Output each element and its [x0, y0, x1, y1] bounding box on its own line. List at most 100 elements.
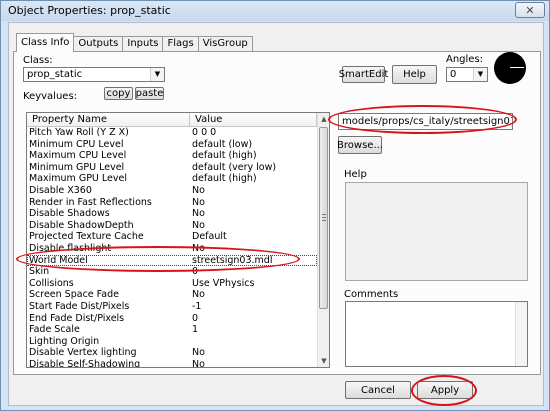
property-value-cell: Default: [192, 231, 227, 243]
browse-button[interactable]: Browse...: [337, 136, 383, 154]
close-icon: ✕: [525, 3, 535, 17]
property-row[interactable]: Maximum GPU Level default (high): [27, 173, 317, 185]
property-value-cell: No: [192, 184, 205, 196]
property-value-cell: 0: [192, 266, 199, 278]
property-name-cell: Render in Fast Reflections: [29, 196, 152, 208]
property-value-cell: No: [192, 208, 205, 220]
property-row[interactable]: Screen Space Fade No: [27, 289, 317, 301]
property-name-cell: End Fade Dist/Pixels: [29, 312, 125, 324]
property-name-cell: Projected Texture Cache: [29, 231, 144, 243]
angle-dial[interactable]: [494, 52, 526, 84]
property-row[interactable]: Minimum CPU Level default (low): [27, 139, 317, 151]
property-row[interactable]: Pitch Yaw Roll (Y Z X) 0 0 0: [27, 127, 317, 139]
object-properties-window: Object Properties: prop_static ✕ Class I…: [0, 0, 550, 411]
property-list[interactable]: Property Name Value Pitch Yaw Roll (Y Z …: [26, 112, 330, 368]
property-row[interactable]: Projected Texture Cache Default: [27, 231, 317, 243]
tab-class-info[interactable]: Class Info: [16, 33, 75, 52]
angles-combo[interactable]: 0 ▼: [446, 67, 488, 82]
property-row[interactable]: Minimum GPU Level default (very low): [27, 162, 317, 174]
property-name-cell: Disable X360: [29, 184, 92, 196]
scroll-up-icon[interactable]: ▲: [318, 113, 329, 125]
column-header-value[interactable]: Value: [190, 113, 317, 127]
property-row[interactable]: Start Fade Dist/Pixels -1: [27, 301, 317, 313]
property-value-cell: default (high): [192, 173, 257, 185]
comments-label: Comments: [344, 289, 399, 300]
class-combo[interactable]: prop_static ▼: [23, 67, 165, 82]
property-list-scrollbar[interactable]: ▲ ▼: [317, 113, 329, 367]
property-name-cell: Disable Self-Shadowing: [29, 358, 141, 368]
scrollbar-thumb[interactable]: [319, 127, 328, 309]
property-value-cell: No: [192, 358, 205, 368]
property-row[interactable]: Disable Self-Shadowing No: [27, 358, 317, 368]
angle-dial-needle: [510, 67, 524, 68]
angles-combo-value: 0: [450, 69, 457, 80]
keyvalues-label: Keyvalues:: [23, 91, 78, 102]
property-value-cell: 1: [192, 324, 199, 336]
property-name-cell: Disable ShadowDepth: [29, 219, 134, 231]
title-bar[interactable]: Object Properties: prop_static ✕: [1, 1, 549, 21]
chevron-down-icon[interactable]: ▼: [150, 68, 164, 81]
paste-button[interactable]: paste: [135, 87, 164, 100]
property-rows: Pitch Yaw Roll (Y Z X) 0 0 0 Minimum CPU L…: [27, 127, 317, 368]
chevron-down-icon[interactable]: ▼: [473, 68, 487, 81]
property-name-cell: Disable Shadows: [29, 208, 110, 220]
window-title: Object Properties: prop_static: [8, 4, 171, 17]
property-row[interactable]: Collisions Use VPhysics: [27, 278, 317, 290]
tab-visgroup[interactable]: VisGroup: [197, 36, 253, 52]
close-button[interactable]: ✕: [515, 2, 545, 18]
property-row[interactable]: Disable X360 No: [27, 185, 317, 197]
property-row[interactable]: Maximum CPU Level default (high): [27, 150, 317, 162]
smartedit-toggle[interactable]: SmartEdit: [339, 66, 388, 83]
property-row[interactable]: Disable Vertex lighting No: [27, 347, 317, 359]
property-row[interactable]: World Model streetsign03.mdl: [27, 254, 317, 267]
property-row[interactable]: Render in Fast Reflections No: [27, 197, 317, 209]
property-row[interactable]: Disable ShadowDepth No: [27, 220, 317, 232]
class-label: Class:: [23, 55, 53, 66]
property-value-cell: 0: [192, 312, 199, 324]
property-list-header: Property Name Value: [27, 113, 317, 127]
property-name-cell: World Model: [29, 254, 88, 266]
property-name-cell: Skin: [29, 266, 50, 278]
copy-button[interactable]: copy: [104, 87, 133, 100]
property-value-cell: No: [192, 289, 205, 301]
property-row[interactable]: Disable Shadows No: [27, 208, 317, 220]
tab-inputs[interactable]: Inputs: [122, 36, 164, 52]
model-path-field[interactable]: models/props/cs_italy/streetsign03.mdl: [338, 113, 513, 130]
comments-scrollbar[interactable]: [515, 302, 527, 366]
tab-strip: Class Info Outputs Inputs Flags VisGroup: [16, 33, 253, 53]
comments-textarea[interactable]: [345, 301, 528, 367]
property-value-cell: default (low): [192, 138, 253, 150]
property-name-cell: Disable flashlight: [29, 242, 112, 254]
column-header-property-name[interactable]: Property Name: [27, 113, 190, 127]
help-text-box: [345, 182, 528, 281]
grip-line: [322, 217, 326, 218]
property-value-cell: streetsign03.mdl: [192, 254, 273, 266]
cancel-button[interactable]: Cancel: [345, 381, 411, 399]
property-value-cell: 0 0 0: [192, 127, 217, 138]
property-value-cell: default (high): [192, 150, 257, 162]
property-row[interactable]: Fade Scale 1: [27, 324, 317, 336]
property-value-cell: default (very low): [192, 161, 277, 173]
property-name-cell: Pitch Yaw Roll (Y Z X): [29, 127, 129, 138]
property-name-cell: Fade Scale: [29, 324, 80, 336]
property-row[interactable]: Disable flashlight No: [27, 243, 317, 255]
scroll-down-icon[interactable]: ▼: [318, 355, 329, 367]
help-button[interactable]: Help: [392, 65, 437, 84]
angles-label: Angles:: [446, 54, 484, 65]
property-value-cell: Use VPhysics: [192, 277, 255, 289]
grip-line: [322, 220, 326, 221]
property-row[interactable]: End Fade Dist/Pixels 0: [27, 313, 317, 325]
property-value-cell: -1: [192, 300, 202, 312]
property-name-cell: Maximum CPU Level: [29, 150, 127, 162]
help-section-label: Help: [344, 169, 367, 180]
apply-button[interactable]: Apply: [417, 381, 473, 399]
property-name-cell: Lighting Origin: [29, 335, 100, 347]
tab-outputs[interactable]: Outputs: [73, 36, 124, 52]
tab-flags[interactable]: Flags: [162, 36, 199, 52]
property-name-cell: Start Fade Dist/Pixels: [29, 300, 130, 312]
property-name-cell: Collisions: [29, 277, 74, 289]
property-value-cell: No: [192, 347, 205, 359]
property-name-cell: Maximum GPU Level: [29, 173, 127, 185]
property-row[interactable]: Lighting Origin: [27, 336, 317, 348]
property-row[interactable]: Skin 0: [27, 266, 317, 278]
